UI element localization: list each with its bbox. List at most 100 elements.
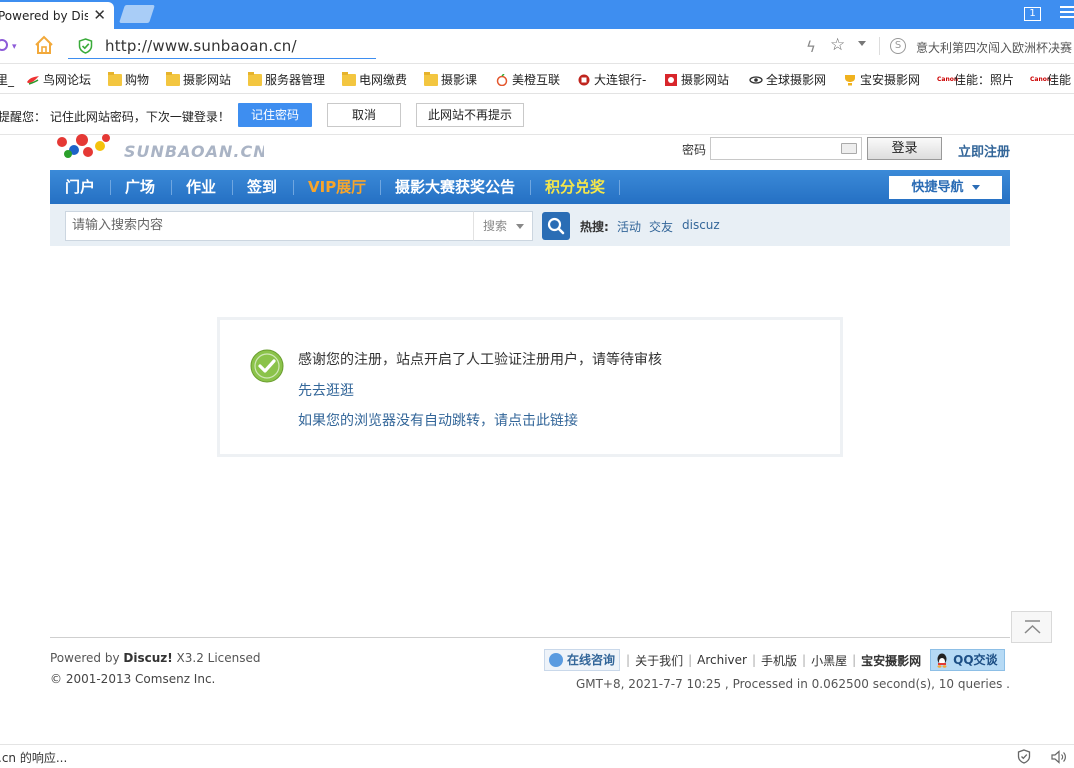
archiver-link[interactable]: Archiver [692,653,752,667]
divider [530,180,531,195]
divider [171,180,172,195]
speaker-icon[interactable] [1051,750,1067,764]
news-ticker[interactable]: 意大利第四次闯入欧洲杯决赛 [916,39,1072,56]
password-save-bar: 提醒您： 记住此网站密码，下次一键登录！ 记住密码 取消 此网站不再提示 [0,95,1074,135]
bookmark-item[interactable]: 鸟网论坛 [26,71,91,88]
main-nav: 门户 广场 作业 签到 VIP展厅 摄影大赛获奖公告 积分兑奖 快捷导航 [50,170,1010,204]
search-input[interactable]: 请输入搜索内容 [65,211,474,241]
qq-chat-button[interactable]: QQ交谈 [930,649,1005,671]
canon-icon: Canon [1030,75,1052,83]
bookmark-item[interactable]: 美橙互联 [495,71,560,88]
keyboard-icon[interactable] [841,143,857,154]
hot-search-link[interactable]: 活动 [617,218,641,235]
tab-close-icon[interactable]: ✕ [93,6,106,24]
photo-icon [665,73,677,86]
divider [879,37,880,55]
online-consult-button[interactable]: 在线咨询 [544,649,621,671]
site-logo[interactable]: SUNBAOAN.CN [54,134,264,162]
nav-portal[interactable]: 门户 [65,170,95,204]
password-input[interactable] [710,137,862,160]
consult-icon [549,653,563,667]
folder-icon [166,71,180,86]
bookmark-item[interactable]: 里_ [0,71,14,88]
tab-active[interactable]: Powered by Dis ✕ [0,2,114,29]
bookmark-star-icon[interactable]: ☆ [830,35,845,55]
back-to-top-button[interactable] [1011,611,1052,643]
bookmark-item[interactable]: 宝安摄影网 [843,71,920,88]
search-bar: 请输入搜索内容 搜索 热搜: 活动 交友 discuz [50,204,1010,246]
mobile-link[interactable]: 手机版 [756,652,802,669]
browser-status-bar: .cn 的响应... [0,744,1074,768]
url-field[interactable]: http://www.sunbaoan.cn/ [68,34,376,59]
message-text: 感谢您的注册，站点开启了人工验证注册用户，请等待审核 [298,352,662,368]
home-icon[interactable] [34,35,54,55]
new-tab-button[interactable] [119,5,155,23]
divider [380,180,381,195]
blackroom-link[interactable]: 小黑屋 [806,652,852,669]
hot-search-link[interactable]: discuz [682,218,720,232]
site-name-link[interactable]: 宝安摄影网 [856,652,926,669]
globe-icon [749,75,763,84]
nav-checkin[interactable]: 签到 [247,170,277,204]
bookmark-folder[interactable]: 服务器管理 [248,71,325,88]
divider [232,180,233,195]
address-bar: ▾ http://www.sunbaoan.cn/ ϟ ☆ S 意大利第四次闯入… [0,29,1074,64]
process-info: GMT+8, 2021-7-7 10:25 , Processed in 0.0… [575,677,1010,691]
tab-title: Powered by Dis [0,8,88,23]
bookmark-item[interactable]: 全球摄影网 [749,71,826,88]
nav-vip-hall[interactable]: VIP展厅 [308,170,366,204]
cancel-button[interactable]: 取消 [327,103,401,127]
remember-password-button[interactable]: 记住密码 [238,103,312,127]
folder-icon [108,71,122,86]
folder-icon [342,71,356,86]
browse-first-link[interactable]: 先去逛逛 [298,380,354,400]
bookmark-folder[interactable]: 摄影课 [424,71,477,88]
bird-icon [27,75,39,85]
folder-icon [424,71,438,86]
orange-icon [496,73,508,86]
copyright: © 2001-2013 Comsenz Inc. [50,672,216,686]
success-check-icon [250,349,284,383]
nav-square[interactable]: 广场 [125,170,155,204]
login-button[interactable]: 登录 [867,137,942,160]
about-link[interactable]: 关于我们 [630,652,688,669]
bookmark-folder[interactable]: 购物 [108,71,149,88]
url-text: http://www.sunbaoan.cn/ [105,37,297,55]
quick-nav-label: 快捷导航 [911,180,964,195]
shield-icon[interactable] [1017,749,1031,764]
window-count-icon[interactable]: 1 [1024,7,1041,21]
back-icon[interactable] [0,39,8,51]
folder-icon [248,71,262,86]
bookmark-folder[interactable]: 电网缴费 [342,71,407,88]
search-engine-icon[interactable]: S [890,38,906,54]
status-text: .cn 的响应... [0,751,68,765]
quick-nav-button[interactable]: 快捷导航 [889,176,1002,199]
register-link[interactable]: 立即注册 [958,141,1010,160]
secure-shield-icon [78,38,93,54]
hot-search-link[interactable]: 交友 [649,218,673,235]
nav-contest-awards[interactable]: 摄影大赛获奖公告 [395,170,515,204]
lightning-icon[interactable]: ϟ [806,38,816,56]
bookmark-item[interactable]: 摄影网站 [664,71,729,88]
back-dropdown-icon[interactable]: ▾ [12,42,17,52]
bookmark-folder[interactable]: 摄影网站 [166,71,231,88]
tab-strip: Powered by Dis ✕ 1 [0,0,1074,29]
canon-icon: Canon [937,75,959,83]
password-save-prompt: 提醒您： 记住此网站密码，下次一键登录！ [0,110,230,124]
bookmark-item[interactable]: 大连银行- [577,71,646,88]
qq-penguin-icon [937,653,947,668]
discuz-link[interactable]: Discuz! [123,651,172,665]
never-remind-button[interactable]: 此网站不再提示 [416,103,524,127]
divider [110,180,111,195]
search-button[interactable] [542,212,570,240]
bookmark-item[interactable]: Canon 佳能：照片 [937,71,1014,88]
search-type-select[interactable]: 搜索 [473,211,533,241]
chevron-down-icon[interactable] [858,41,866,46]
logo-text: SUNBAOAN.CN [124,142,264,161]
menu-icon[interactable] [1060,6,1074,21]
bookmark-item[interactable]: Canon 佳能 [1030,71,1071,88]
registration-message-box: 感谢您的注册，站点开启了人工验证注册用户，请等待审核 先去逛逛 如果您的浏览器没… [217,317,843,457]
nav-homework[interactable]: 作业 [186,170,216,204]
redirect-link[interactable]: 如果您的浏览器没有自动跳转，请点击此链接 [298,410,578,430]
nav-points-exchange[interactable]: 积分兑奖 [545,170,605,204]
